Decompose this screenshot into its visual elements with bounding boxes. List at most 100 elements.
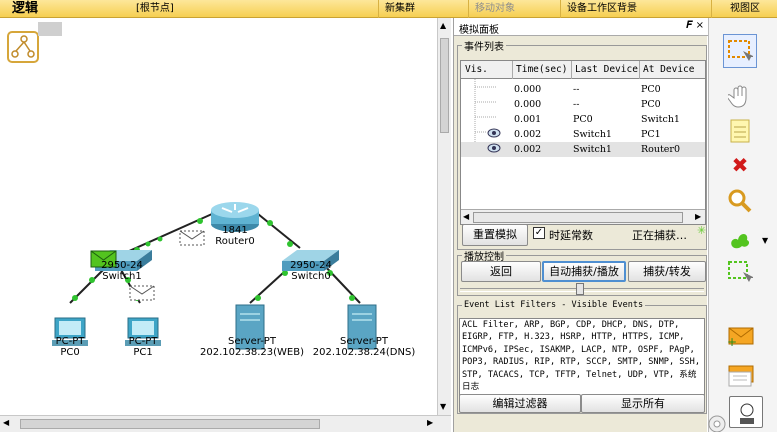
router0-label: 1841 Router0	[210, 225, 260, 247]
event-at-device: PC0	[641, 84, 661, 95]
event-last-device: Switch1	[573, 144, 612, 155]
scroll-thumb[interactable]	[20, 419, 320, 429]
col-at-device[interactable]: At Device	[643, 64, 694, 75]
switch1-model: 2950-24	[101, 260, 143, 271]
scroll-right-icon[interactable]: ▶	[695, 212, 701, 221]
router0-name: Router0	[215, 236, 255, 247]
event-time: 0.001	[514, 114, 542, 125]
zoom-icon[interactable]	[725, 186, 755, 216]
switch0-model: 2950-24	[290, 260, 332, 271]
back-button[interactable]: 返回	[461, 261, 541, 282]
switch1-label: 2950-24 Switch1	[96, 260, 148, 282]
event-row[interactable]: 0.002 Switch1 PC1	[461, 127, 705, 142]
show-all-button[interactable]: 显示所有	[581, 394, 705, 413]
event-row-selected[interactable]: 0.002 Switch1 Router0	[461, 142, 705, 157]
slider-thumb[interactable]	[576, 283, 584, 295]
new-cluster-button[interactable]: 新集群	[378, 0, 421, 18]
server-dns-name: 202.102.38.24(DNS)	[312, 347, 416, 358]
event-row[interactable]: 0.000 -- PC0	[461, 97, 705, 112]
panel-titlebar: 模拟面板 𝑭 ×	[454, 18, 708, 36]
scroll-thumb[interactable]	[440, 38, 449, 133]
constant-delay-checkbox[interactable]: ✓	[533, 227, 545, 239]
server-web-name: 202.102.38.23(WEB)	[199, 347, 305, 358]
server-dns-label: Server-PT 202.102.38.24(DNS)	[308, 336, 420, 358]
resize-shape-icon[interactable]	[725, 258, 755, 288]
chevron-down-icon[interactable]: ▼	[762, 236, 768, 245]
constant-delay-label: 时延常数	[549, 229, 593, 242]
eye-icon[interactable]	[487, 128, 501, 141]
event-list-legend: 事件列表	[464, 42, 504, 53]
col-vis[interactable]: Vis.	[465, 64, 488, 75]
event-row[interactable]: 0.001 PC0 Switch1	[461, 112, 705, 127]
event-list-hscrollbar[interactable]: ◀ ▶	[461, 209, 705, 224]
event-time: 0.000	[514, 99, 542, 110]
pc0-model: PC-PT	[55, 336, 85, 347]
server-web-label: Server-PT 202.102.38.23(WEB)	[196, 336, 308, 358]
add-complex-pdu-icon[interactable]	[725, 360, 755, 390]
col-time[interactable]: Time(sec)	[516, 64, 567, 75]
workspace-vertical-scrollbar[interactable]: ▲ ▼	[437, 18, 451, 415]
scroll-thumb[interactable]	[473, 212, 683, 223]
scroll-left-icon[interactable]: ◀	[463, 212, 469, 221]
event-list-header: Vis. Time(sec) Last Device At Device	[461, 61, 705, 79]
root-node-label[interactable]: [根节点]	[130, 0, 180, 18]
pc1-label: PC-PT PC1	[120, 336, 166, 358]
pdu-envelope-icon[interactable]	[129, 285, 155, 301]
event-row[interactable]: 0.000 -- PC0	[461, 82, 705, 97]
delete-icon[interactable]: ✖	[725, 150, 755, 180]
event-time: 0.000	[514, 84, 542, 95]
note-icon[interactable]	[725, 116, 755, 146]
common-tools-bar: ✖ ▼ +	[708, 18, 777, 432]
pdu-list-window-icon[interactable]	[729, 396, 763, 428]
back-to-parent-icon[interactable]	[7, 22, 62, 63]
svg-text:+: +	[727, 335, 737, 348]
capture-spark-icon: ✳	[697, 224, 707, 237]
event-time: 0.002	[514, 144, 542, 155]
pc0-label: PC-PT PC0	[47, 336, 93, 358]
panel-window-controls[interactable]: 𝑭 ×	[686, 20, 704, 31]
draw-shape-icon[interactable]	[725, 224, 755, 254]
event-list-table[interactable]: Vis. Time(sec) Last Device At Device 0.0…	[460, 60, 706, 225]
logical-tab[interactable]: 逻辑	[12, 0, 38, 18]
set-background-button[interactable]: 设备工作区背景	[560, 0, 643, 18]
server-web-model: Server-PT	[228, 336, 276, 347]
scroll-right-icon[interactable]: ▶	[427, 418, 433, 427]
scroll-down-icon[interactable]: ▼	[440, 402, 446, 411]
router0-model: 1841	[222, 225, 248, 236]
auto-capture-play-button[interactable]: 自动捕获/播放	[542, 261, 626, 282]
pc1-model: PC-PT	[128, 336, 158, 347]
select-icon[interactable]	[723, 34, 757, 68]
col-last-device[interactable]: Last Device	[575, 64, 638, 75]
server-dns-model: Server-PT	[340, 336, 388, 347]
event-last-device: --	[573, 99, 580, 110]
simulation-panel: 模拟面板 𝑭 × 事件列表 Vis. Time(sec) Last Device…	[453, 18, 708, 432]
edit-filters-button[interactable]: 编辑过滤器	[459, 394, 581, 413]
switch0-label: 2950-24 Switch0	[285, 260, 337, 282]
reset-simulation-button[interactable]: 重置模拟	[462, 224, 528, 246]
event-at-device: PC1	[641, 129, 661, 140]
capturing-status: 正在捕获…	[632, 229, 687, 242]
pc0-name: PC0	[60, 347, 80, 358]
add-simple-pdu-icon[interactable]: +	[725, 320, 755, 350]
realtime-sim-toggle-icon[interactable]	[707, 414, 727, 432]
eye-icon[interactable]	[487, 143, 501, 156]
workspace-horizontal-scrollbar[interactable]: ◀ ▶	[0, 415, 451, 432]
logical-workspace[interactable]: 1841 Router0 2950-24 Switch1 2950-24 Swi…	[0, 18, 437, 415]
pdu-envelope-icon[interactable]	[179, 230, 205, 246]
scroll-up-icon[interactable]: ▲	[440, 21, 446, 30]
switch0-name: Switch0	[291, 271, 331, 282]
scroll-left-icon[interactable]: ◀	[3, 418, 9, 427]
event-at-device: Switch1	[641, 114, 680, 125]
event-last-device: --	[573, 84, 580, 95]
event-time: 0.002	[514, 129, 542, 140]
top-toolbar: 逻辑 [根节点] 新集群 移动对象 设备工作区背景 视图区	[0, 0, 777, 18]
viewport-button[interactable]: 视图区	[711, 0, 766, 18]
capture-forward-button[interactable]: 捕获/转发	[628, 261, 706, 282]
hand-icon[interactable]	[725, 82, 755, 112]
switch1-name: Switch1	[102, 271, 142, 282]
move-object-button[interactable]: 移动对象	[468, 0, 521, 18]
event-last-device: Switch1	[573, 129, 612, 140]
event-filters-legend: Event List Filters - Visible Events	[464, 300, 644, 310]
event-last-device: PC0	[573, 114, 593, 125]
event-at-device: Router0	[641, 144, 681, 155]
